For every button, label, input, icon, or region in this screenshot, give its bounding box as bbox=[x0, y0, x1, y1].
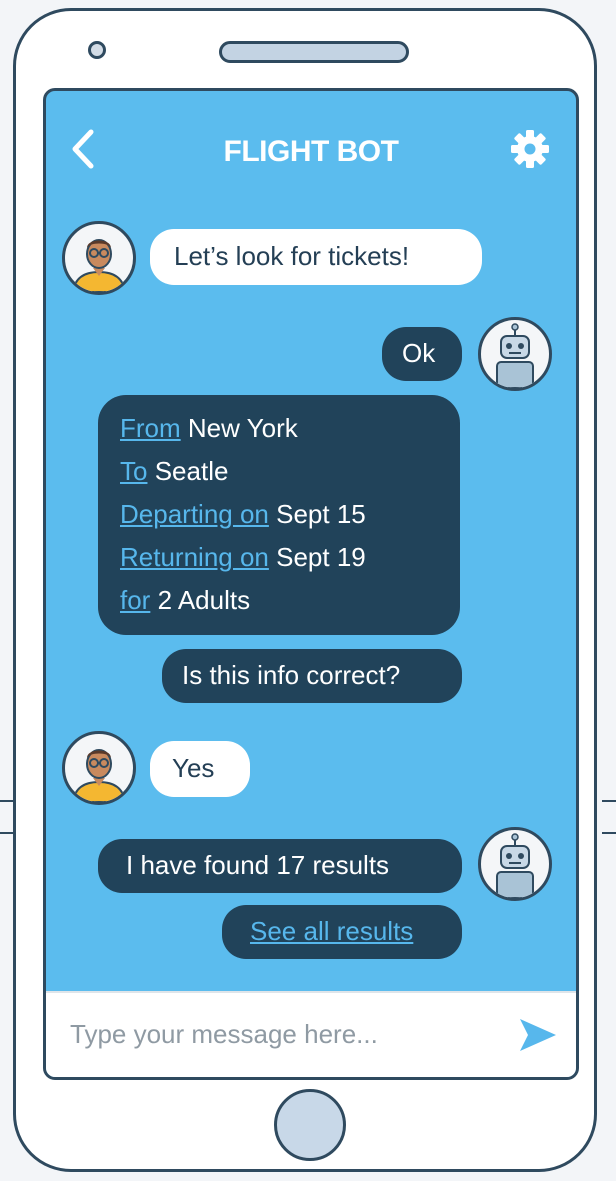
passengers-value: 2 Adults bbox=[157, 585, 251, 615]
right-side-button-line bbox=[602, 832, 616, 834]
from-row: From New York bbox=[120, 407, 438, 450]
bot-message: I have found 17 results bbox=[98, 839, 462, 893]
user-message: Let’s look for tickets! bbox=[150, 229, 482, 285]
to-link[interactable]: To bbox=[120, 456, 147, 486]
returning-row: Returning on Sept 19 bbox=[120, 536, 438, 579]
phone-frame: FLIGHT BOT Let’s look for tickets! Ok Fr… bbox=[13, 8, 597, 1172]
bot-avatar bbox=[478, 827, 552, 901]
left-side-button-line bbox=[0, 800, 14, 802]
to-value: Seatle bbox=[154, 456, 229, 486]
gear-icon bbox=[511, 130, 549, 168]
send-icon bbox=[520, 1019, 556, 1051]
robot-icon bbox=[496, 323, 534, 388]
departing-row: Departing on Sept 15 bbox=[120, 493, 438, 536]
front-camera bbox=[88, 41, 106, 59]
see-all-results-link[interactable]: See all results bbox=[250, 916, 413, 946]
passengers-link[interactable]: for bbox=[120, 585, 150, 615]
message-input[interactable] bbox=[68, 1009, 492, 1059]
flight-info-card: From New York To Seatle Departing on Sep… bbox=[98, 395, 460, 635]
see-all-results-button[interactable]: See all results bbox=[222, 905, 462, 959]
departing-value: Sept 15 bbox=[276, 499, 366, 529]
bot-message: Ok bbox=[382, 327, 462, 381]
left-side-button-line bbox=[0, 832, 14, 834]
speaker-grille bbox=[219, 41, 409, 63]
from-value: New York bbox=[187, 413, 298, 443]
settings-button[interactable] bbox=[509, 128, 551, 170]
user-avatar bbox=[62, 731, 136, 805]
page-title: FLIGHT BOT bbox=[223, 135, 399, 168]
returning-link[interactable]: Returning on bbox=[120, 542, 269, 572]
message-composer bbox=[46, 991, 576, 1077]
bot-avatar bbox=[478, 317, 552, 391]
home-button[interactable] bbox=[274, 1089, 346, 1161]
to-row: To Seatle bbox=[120, 450, 438, 493]
person-icon bbox=[71, 239, 127, 292]
bot-message: Is this info correct? bbox=[162, 649, 462, 703]
passengers-row: for 2 Adults bbox=[120, 579, 438, 622]
user-message: Yes bbox=[150, 741, 250, 797]
returning-value: Sept 19 bbox=[276, 542, 366, 572]
person-icon bbox=[71, 749, 127, 802]
robot-icon bbox=[496, 833, 534, 898]
chat-screen: FLIGHT BOT Let’s look for tickets! Ok Fr… bbox=[43, 88, 579, 1080]
departing-link[interactable]: Departing on bbox=[120, 499, 269, 529]
from-link[interactable]: From bbox=[120, 413, 181, 443]
user-avatar bbox=[62, 221, 136, 295]
send-button[interactable] bbox=[518, 1017, 558, 1053]
right-side-button-line bbox=[602, 800, 616, 802]
